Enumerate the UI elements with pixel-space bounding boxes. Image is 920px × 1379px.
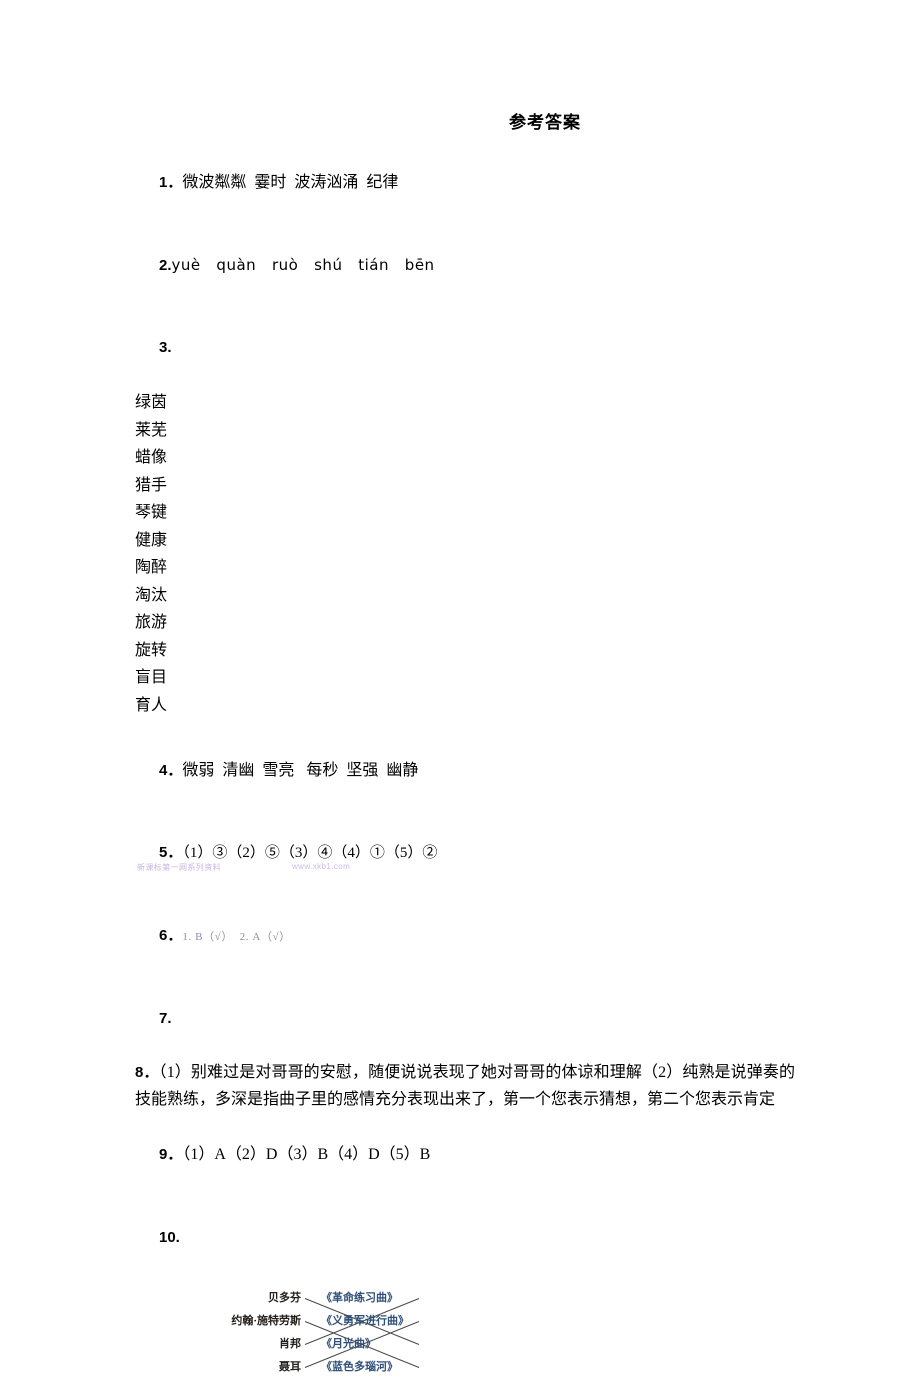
word-list: 绿茵 莱芜 蜡像 猎手 琴键 健康 陶醉 淘汰 旅游 旋转 盲目 育人 bbox=[135, 389, 795, 719]
answer-number-4: 4． bbox=[159, 761, 183, 779]
answer-line-10: 10. bbox=[135, 1196, 795, 1279]
answer-number-8: 8． bbox=[135, 1063, 159, 1081]
list-item: 盲目 bbox=[135, 669, 168, 687]
matching-left-item: 肖邦 bbox=[279, 1337, 301, 1350]
answer-text-9: （1）A（2）D（3）B（4）D（5）B bbox=[182, 1146, 431, 1164]
answer-line-5: 5．（1）③（2）⑤（3）④（4）①（5）② bbox=[135, 812, 795, 895]
matching-right-column: 《革命练习曲》 《义勇军进行曲》 《月光曲》 《蓝色多瑙河》 bbox=[321, 1287, 453, 1379]
list-item: 猎手 bbox=[135, 476, 168, 494]
matching-left-item: 约翰·施特劳斯 bbox=[231, 1314, 301, 1327]
answer-text-2: yuè quàn ruò shú tián bēn bbox=[171, 255, 435, 274]
answer-number-1: 1． bbox=[159, 174, 183, 192]
list-item: 绿茵 bbox=[135, 394, 168, 412]
matching-left-column: 贝多芬 约翰·施特劳斯 肖邦 聂耳 bbox=[153, 1287, 301, 1379]
matching-left-item: 贝多芬 bbox=[268, 1291, 301, 1304]
answer-line-8: 8．（1）别难过是对哥哥的安慰，随便说说表现了她对哥哥的体谅和理解（2）纯熟是说… bbox=[135, 1060, 795, 1114]
document-page: 参考答案 1．微波粼粼 霎时 波涛汹涌 纪律 2.yuè quàn ruò sh… bbox=[0, 0, 920, 1373]
list-item: 旋转 bbox=[135, 641, 168, 659]
list-item: 陶醉 bbox=[135, 559, 168, 577]
footer-watermark: 新课标第一网系列资料 www.xkb1.com bbox=[137, 862, 437, 873]
matching-right-item: 《义勇军进行曲》 bbox=[321, 1314, 409, 1327]
answer-line-4: 4．微弱 清幽 雪亮 每秒 坚强 幽静 bbox=[135, 729, 795, 812]
list-item: 健康 bbox=[135, 531, 168, 549]
answer-text-8: （1）别难过是对哥哥的安慰，随便说说表现了她对哥哥的体谅和理解（2）纯熟是说弹奏… bbox=[135, 1063, 795, 1108]
list-item: 莱芜 bbox=[135, 421, 168, 439]
answer-number-2: 2. bbox=[159, 256, 172, 274]
answer-number-6: 6． bbox=[159, 927, 183, 945]
footer-label: 新课标第一网系列资料 bbox=[137, 863, 221, 872]
matching-right-item: 《月光曲》 bbox=[321, 1337, 376, 1350]
page-title: 参考答案 bbox=[509, 113, 581, 132]
list-item: 育人 bbox=[135, 696, 168, 714]
answer-line-9: 9．（1）A（2）D（3）B（4）D（5）B bbox=[135, 1114, 795, 1197]
answer-number-5: 5． bbox=[159, 844, 183, 862]
answer-line-2: 2.yuè quàn ruò shú tián bēn bbox=[135, 224, 795, 307]
answer-line-3: 3. bbox=[135, 307, 795, 390]
answer-text-1: 微波粼粼 霎时 波涛汹涌 纪律 bbox=[182, 174, 399, 192]
list-item: 淘汰 bbox=[135, 586, 168, 604]
answer-text-5: （1）③（2）⑤（3）④（4）①（5）② bbox=[182, 845, 438, 862]
answer-text-6: 1. B（√） 2. A（√） bbox=[182, 931, 291, 944]
answer-number-10: 10. bbox=[159, 1228, 180, 1246]
matching-left-item: 聂耳 bbox=[279, 1360, 301, 1373]
answer-number-7: 7. bbox=[159, 1009, 172, 1027]
matching-diagram: 贝多芬 约翰·施特劳斯 肖邦 聂耳 《革命练习曲》 《义勇军进行曲》 《月光曲》… bbox=[153, 1287, 453, 1379]
list-item: 蜡像 bbox=[135, 449, 168, 467]
answer-number-9: 9． bbox=[159, 1146, 183, 1164]
answer-number-3: 3. bbox=[159, 339, 172, 357]
answer-line-1: 1．微波粼粼 霎时 波涛汹涌 纪律 bbox=[135, 142, 795, 225]
answer-text-4: 微弱 清幽 雪亮 每秒 坚强 幽静 bbox=[182, 761, 419, 779]
list-item: 琴键 bbox=[135, 504, 168, 522]
footer-site-url: www.xkb1.com bbox=[292, 862, 351, 871]
answer-line-7: 7. bbox=[135, 977, 795, 1060]
matching-right-item: 《蓝色多瑙河》 bbox=[321, 1360, 398, 1373]
list-item: 旅游 bbox=[135, 614, 168, 632]
document-content: 参考答案 1．微波粼粼 霎时 波涛汹涌 纪律 2.yuè quàn ruò sh… bbox=[135, 110, 795, 1379]
answer-line-6: 6．1. B（√） 2. A（√） bbox=[135, 895, 795, 978]
matching-right-item: 《革命练习曲》 bbox=[321, 1291, 398, 1304]
